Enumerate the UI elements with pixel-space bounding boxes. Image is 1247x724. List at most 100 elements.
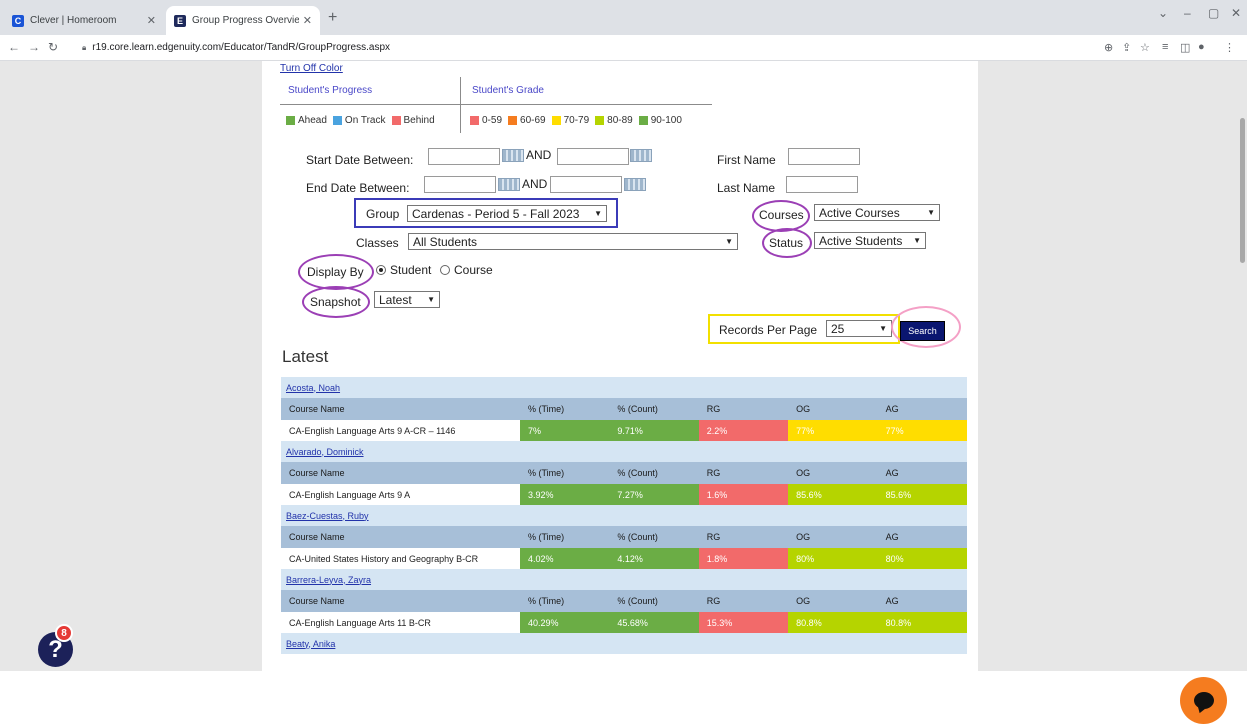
page-viewport: Turn Off Color Student's Progress Studen… xyxy=(0,61,1247,724)
group-select[interactable]: Cardenas - Period 5 - Fall 2023 ▼ xyxy=(407,205,607,222)
column-header: OG xyxy=(796,532,811,542)
records-per-page-select[interactable]: 25 ▼ xyxy=(826,320,892,337)
student-row: Alvarado, Dominick xyxy=(281,441,967,462)
close-window-icon[interactable]: ✕ xyxy=(1231,6,1241,20)
calendar-icon[interactable] xyxy=(624,178,646,191)
back-icon[interactable]: ← xyxy=(8,40,20,54)
legend-item-0-59: 0-59 xyxy=(470,115,502,126)
column-header: RG xyxy=(706,532,721,542)
column-header: % (Count) xyxy=(617,532,658,542)
close-icon[interactable]: ✕ xyxy=(303,14,312,27)
tab-title: Group Progress Overview - Imag xyxy=(192,15,299,26)
legend-item-60-69: 60-69 xyxy=(508,115,546,126)
student-link[interactable]: Acosta, Noah xyxy=(286,383,340,393)
snapshot-select[interactable]: Latest ▼ xyxy=(374,291,440,308)
status-select[interactable]: Active Students ▼ xyxy=(814,232,926,249)
results-table: Acosta, Noah Course Name % (Time) % (Cou… xyxy=(281,377,967,654)
column-header: OG xyxy=(796,404,811,414)
student-row: Baez-Cuestas, Ruby xyxy=(281,505,967,526)
student-block: Acosta, Noah Course Name % (Time) % (Cou… xyxy=(281,377,967,441)
end-date-from-input[interactable] xyxy=(424,176,496,193)
reading-list-icon[interactable]: ≡ xyxy=(1162,41,1168,53)
progress-legend-items: Ahead On Track Behind xyxy=(286,115,441,126)
calendar-icon[interactable] xyxy=(498,178,520,191)
chevron-down-icon[interactable]: ⌄ xyxy=(1158,6,1168,20)
time-percent-cell: 7% xyxy=(520,420,610,441)
column-header: AG xyxy=(885,404,899,414)
chevron-down-icon: ▼ xyxy=(594,209,602,218)
search-button[interactable]: Search xyxy=(900,321,945,341)
group-progress-panel: Turn Off Color Student's Progress Studen… xyxy=(262,61,978,671)
table-row: CA-English Language Arts 11 B-CR 40.29% … xyxy=(281,612,967,633)
column-header: % (Time) xyxy=(528,468,565,478)
student-link[interactable]: Barrera-Leyva, Zayra xyxy=(286,575,371,585)
count-percent-cell: 7.27% xyxy=(609,484,699,505)
last-name-input[interactable] xyxy=(786,176,858,193)
turn-off-color-link[interactable]: Turn Off Color xyxy=(280,63,343,74)
student-link[interactable]: Alvarado, Dominick xyxy=(286,447,364,457)
student-link[interactable]: Baez-Cuestas, Ruby xyxy=(286,511,369,521)
new-tab-icon[interactable]: + xyxy=(328,9,337,27)
group-label: Group xyxy=(366,207,400,221)
table-row: CA-English Language Arts 9 A-CR – 1146 7… xyxy=(281,420,967,441)
column-header: Course Name xyxy=(289,532,345,542)
count-percent-cell: 9.71% xyxy=(609,420,699,441)
radio-selected-icon xyxy=(376,265,386,275)
zoom-icon[interactable]: ⊕ xyxy=(1104,41,1113,54)
kebab-menu-icon[interactable]: ⋮ xyxy=(1224,41,1235,54)
first-name-label: First Name xyxy=(717,153,776,167)
column-header: Course Name xyxy=(289,468,345,478)
column-header: Course Name xyxy=(289,596,345,606)
side-panel-icon[interactable]: ◫ xyxy=(1180,41,1190,54)
course-name-cell: CA-United States History and Geography B… xyxy=(281,548,520,569)
clever-favicon-icon: C xyxy=(12,14,24,27)
start-date-to-input[interactable] xyxy=(557,148,629,165)
classes-select[interactable]: All Students ▼ xyxy=(408,233,738,250)
legend-item-behind: Behind xyxy=(391,115,435,126)
bookmark-star-icon[interactable]: ☆ xyxy=(1140,41,1150,54)
classes-label: Classes xyxy=(356,236,399,250)
url-field[interactable]: 🔒︎ r19.core.learn.edgenuity.com/Educator… xyxy=(82,38,1082,57)
close-icon[interactable]: ✕ xyxy=(147,14,156,27)
legend-item-ahead: Ahead xyxy=(286,115,327,126)
student-link[interactable]: Beaty, Anika xyxy=(286,639,335,649)
share-icon[interactable]: ⇪ xyxy=(1122,41,1131,54)
column-header: AG xyxy=(885,596,899,606)
tab-clever[interactable]: C Clever | Homeroom ✕ xyxy=(4,6,164,35)
browser-tab-bar: C Clever | Homeroom ✕ E Group Progress O… xyxy=(0,0,1247,35)
first-name-input[interactable] xyxy=(788,148,860,165)
status-label: Status xyxy=(769,236,804,250)
snapshot-label: Snapshot xyxy=(310,295,361,309)
minimize-icon[interactable]: – xyxy=(1184,6,1191,20)
courses-select[interactable]: Active Courses ▼ xyxy=(814,204,940,221)
grade-legend-heading: Student's Grade xyxy=(472,85,544,96)
calendar-icon[interactable] xyxy=(502,149,524,162)
and-label: AND xyxy=(522,177,548,191)
column-header: % (Count) xyxy=(617,468,658,478)
table-header-row: Course Name % (Time) % (Count) RG OG AG xyxy=(281,462,967,484)
scrollbar-thumb[interactable] xyxy=(1240,118,1245,263)
profile-avatar-icon[interactable]: ● xyxy=(1198,41,1205,53)
and-label: AND xyxy=(526,148,552,162)
course-name-cell: CA-English Language Arts 9 A xyxy=(281,484,520,505)
table-header-row: Course Name % (Time) % (Count) RG OG AG xyxy=(281,398,967,420)
end-date-label: End Date Between: xyxy=(306,181,410,195)
reload-icon[interactable]: ↻ xyxy=(48,40,58,54)
chat-button[interactable] xyxy=(1180,677,1227,724)
display-by-student-radio[interactable]: Student xyxy=(376,263,431,277)
forward-icon[interactable]: → xyxy=(28,40,40,54)
display-by-course-radio[interactable]: Course xyxy=(440,263,493,277)
progress-legend-heading: Student's Progress xyxy=(288,85,373,96)
end-date-to-input[interactable] xyxy=(550,176,622,193)
url-text: r19.core.learn.edgenuity.com/Educator/Ta… xyxy=(92,42,391,53)
column-header: % (Time) xyxy=(528,404,565,414)
course-name-cell: CA-English Language Arts 9 A-CR – 1146 xyxy=(281,420,520,441)
lock-icon: 🔒︎ xyxy=(82,42,87,52)
tab-group-progress[interactable]: E Group Progress Overview - Imag ✕ xyxy=(166,6,320,35)
calendar-icon[interactable] xyxy=(630,149,652,162)
student-row: Acosta, Noah xyxy=(281,377,967,398)
chevron-down-icon: ▼ xyxy=(927,208,935,217)
start-date-from-input[interactable] xyxy=(428,148,500,165)
column-header: Course Name xyxy=(289,404,345,414)
restore-icon[interactable]: ▢ xyxy=(1208,6,1219,20)
